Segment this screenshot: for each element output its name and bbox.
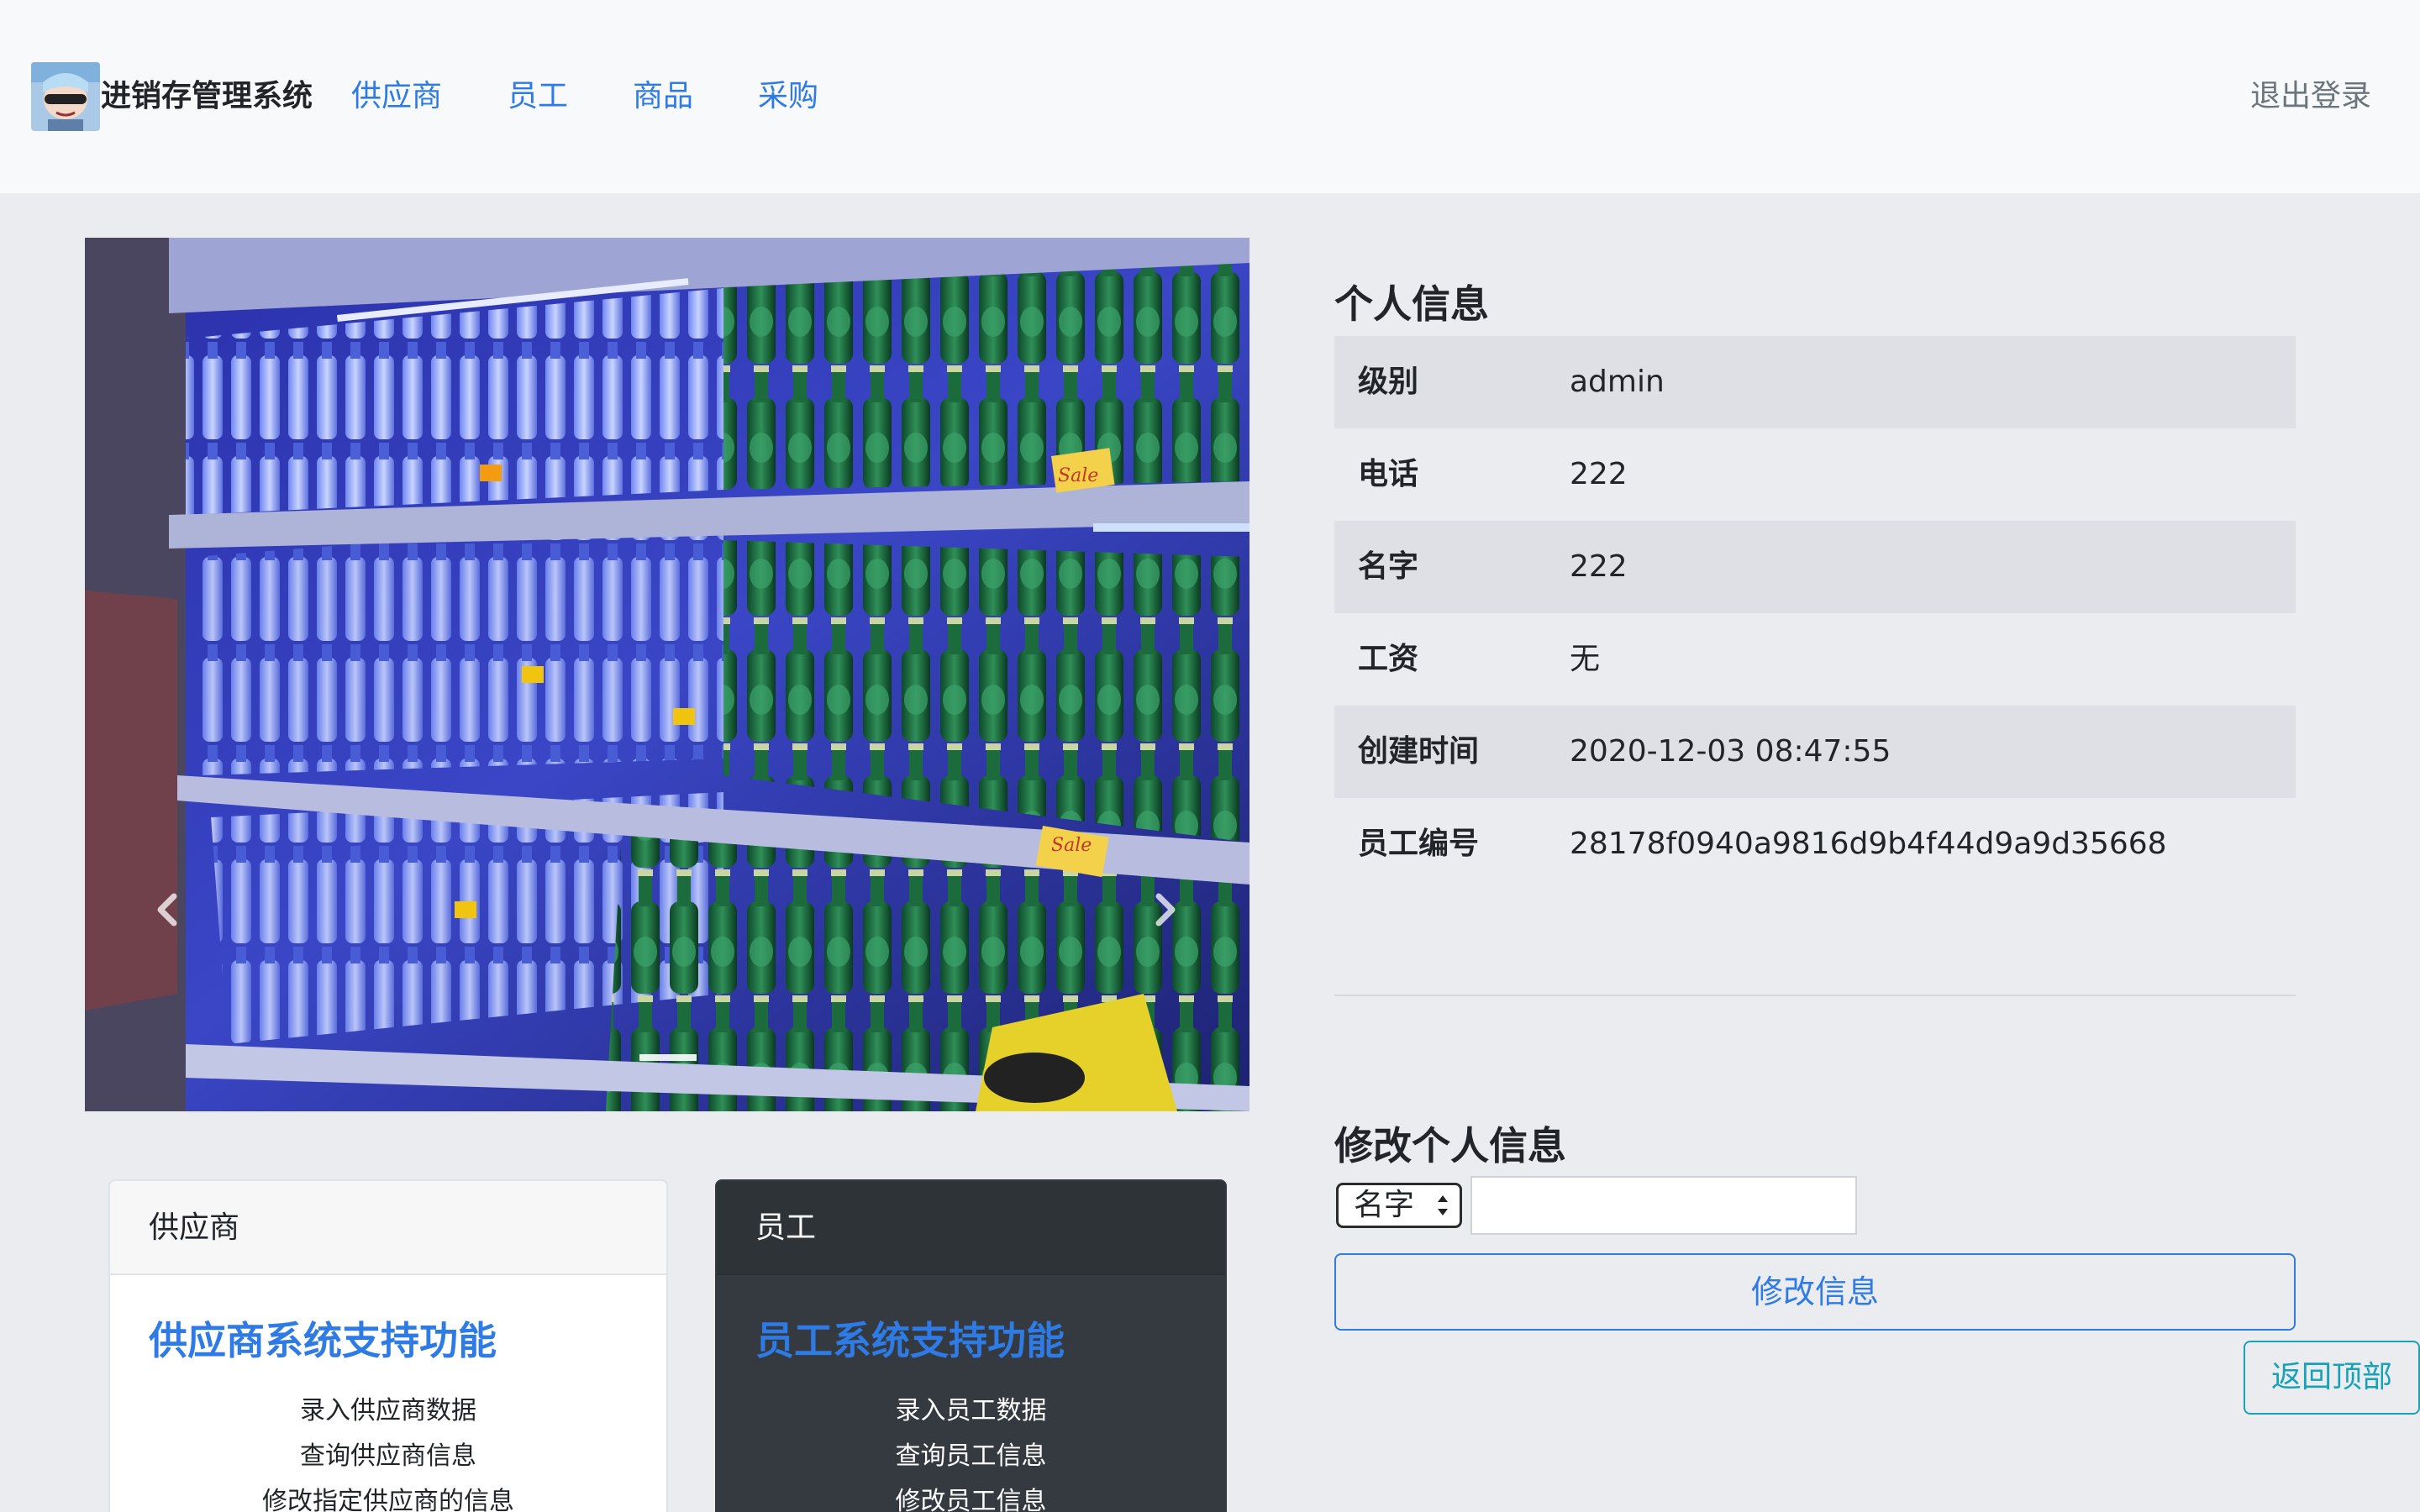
row-key: 员工编号 bbox=[1358, 827, 1480, 861]
row-key: 工资 bbox=[1358, 642, 1419, 676]
chevron-left-icon bbox=[157, 893, 177, 927]
card-feature-item: 修改员工信息 bbox=[895, 1487, 1047, 1512]
card-feature-item: 录入供应商数据 bbox=[300, 1396, 476, 1425]
row-value: 222 bbox=[1570, 457, 1628, 491]
card-header: 员工 bbox=[717, 1181, 1225, 1275]
nav-link-employee[interactable]: 员工 bbox=[508, 74, 568, 119]
card-title: 供应商系统支持功能 bbox=[149, 1318, 497, 1363]
submit-button[interactable]: 修改信息 bbox=[1334, 1253, 2296, 1331]
nav-link-supplier[interactable]: 供应商 bbox=[351, 74, 442, 119]
field-select[interactable]: 名字 bbox=[1336, 1183, 1462, 1228]
table-row: 工资 无 bbox=[1334, 613, 2296, 706]
nav-link-purchase[interactable]: 采购 bbox=[758, 74, 818, 119]
select-arrows-icon bbox=[1438, 1195, 1448, 1215]
image-carousel[interactable]: Sale Sale bbox=[85, 238, 1249, 1111]
top-navbar: 进销存管理系统 供应商 员工 商品 采购 退出登录 bbox=[0, 0, 2420, 193]
row-value: 2020-12-03 08:47:55 bbox=[1570, 734, 1891, 769]
row-value: 无 bbox=[1570, 642, 1601, 676]
supplier-card: 供应商 供应商系统支持功能 录入供应商数据 查询供应商信息 修改指定供应商的信息 bbox=[108, 1179, 668, 1512]
table-row: 名字 222 bbox=[1334, 521, 2296, 613]
employee-card: 员工 员工系统支持功能 录入员工数据 查询员工信息 修改员工信息 bbox=[715, 1179, 1227, 1512]
row-value: 222 bbox=[1570, 549, 1628, 584]
row-key: 创建时间 bbox=[1358, 734, 1480, 769]
row-value: 28178f0940a9816d9b4f44d9a9d35668 bbox=[1570, 827, 2167, 861]
table-row: 电话 222 bbox=[1334, 428, 2296, 521]
card-title: 员工系统支持功能 bbox=[755, 1318, 1065, 1363]
row-key: 电话 bbox=[1358, 457, 1419, 491]
profile-table: 级别 admin 电话 222 名字 222 工资 无 创建时间 2020-12… bbox=[1334, 336, 2296, 890]
app-title[interactable]: 进销存管理系统 bbox=[101, 74, 313, 119]
card-feature-item: 录入员工数据 bbox=[895, 1396, 1047, 1425]
carousel-image-drinks-shelf: Sale Sale bbox=[85, 238, 1249, 1111]
svg-text:Sale: Sale bbox=[1051, 835, 1092, 856]
carousel-prev-button[interactable] bbox=[144, 885, 194, 935]
svg-text:Sale: Sale bbox=[1058, 465, 1098, 486]
nav-link-goods[interactable]: 商品 bbox=[633, 74, 693, 119]
back-to-top-button[interactable]: 返回顶部 bbox=[2244, 1341, 2420, 1415]
avatar[interactable] bbox=[31, 62, 100, 131]
row-key: 名字 bbox=[1358, 549, 1419, 584]
carousel-indicator-active[interactable] bbox=[639, 1054, 697, 1061]
card-feature-item: 修改指定供应商的信息 bbox=[262, 1487, 514, 1512]
card-feature-item: 查询供应商信息 bbox=[300, 1441, 476, 1471]
field-select-value: 名字 bbox=[1354, 1188, 1415, 1222]
carousel-next-button[interactable] bbox=[1139, 885, 1189, 935]
edit-value-input[interactable] bbox=[1470, 1176, 1857, 1235]
edit-title: 修改个人信息 bbox=[1334, 1123, 1566, 1168]
table-row: 员工编号 28178f0940a9816d9b4f44d9a9d35668 bbox=[1334, 798, 2296, 890]
profile-title: 个人信息 bbox=[1334, 281, 1489, 327]
card-feature-item: 查询员工信息 bbox=[895, 1441, 1047, 1471]
logout-link[interactable]: 退出登录 bbox=[2250, 74, 2371, 119]
chevron-right-icon bbox=[1155, 893, 1176, 927]
table-row: 创建时间 2020-12-03 08:47:55 bbox=[1334, 706, 2296, 798]
table-row: 级别 admin bbox=[1334, 336, 2296, 428]
row-key: 级别 bbox=[1358, 365, 1419, 399]
row-value: admin bbox=[1570, 365, 1665, 399]
section-divider bbox=[1334, 995, 2296, 996]
card-header: 供应商 bbox=[110, 1181, 666, 1275]
